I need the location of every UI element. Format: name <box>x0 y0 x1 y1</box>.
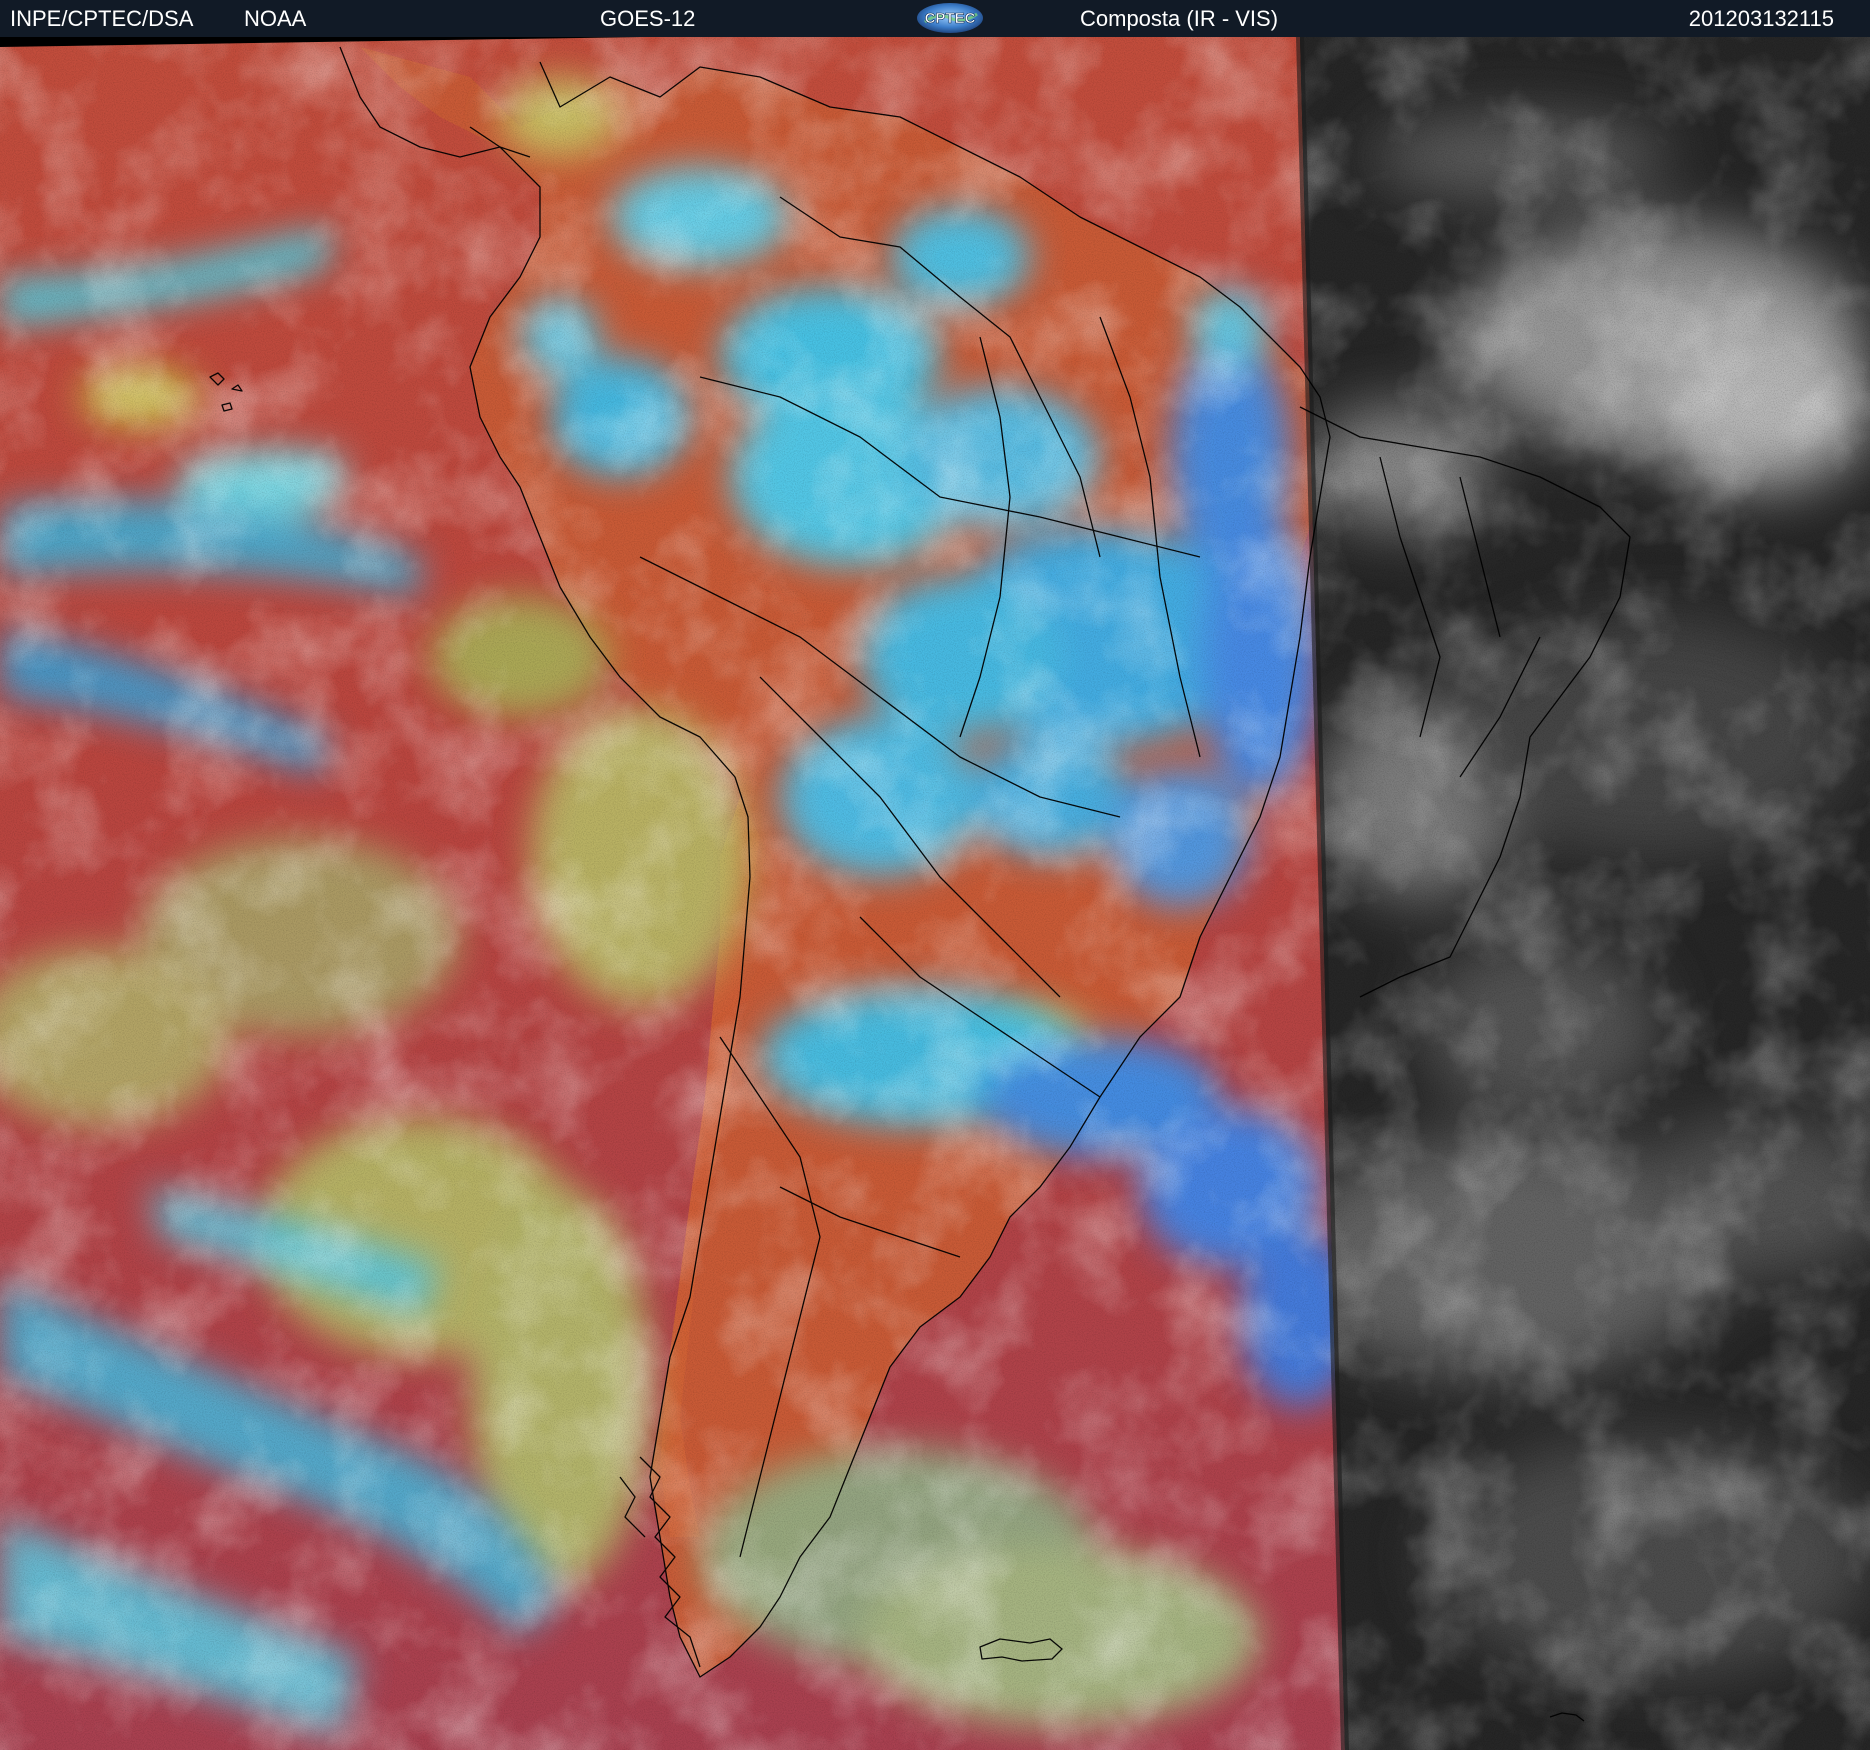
image-header: INPE/CPTEC/DSA NOAA GOES-12 CPTEC Compos… <box>0 0 1870 37</box>
logo-text: CPTEC <box>925 10 976 27</box>
grayscale-night-panel <box>1300 37 1870 1750</box>
satellite-image <box>0 37 1870 1750</box>
timestamp-label: 201203132115 <box>1688 6 1834 31</box>
source-label: INPE/CPTEC/DSA <box>10 6 194 31</box>
agency-label: NOAA <box>244 6 307 31</box>
cptec-logo-icon: CPTEC <box>917 3 983 33</box>
product-label: Composta (IR - VIS) <box>1080 6 1279 31</box>
satellite-label: GOES-12 <box>600 6 696 31</box>
